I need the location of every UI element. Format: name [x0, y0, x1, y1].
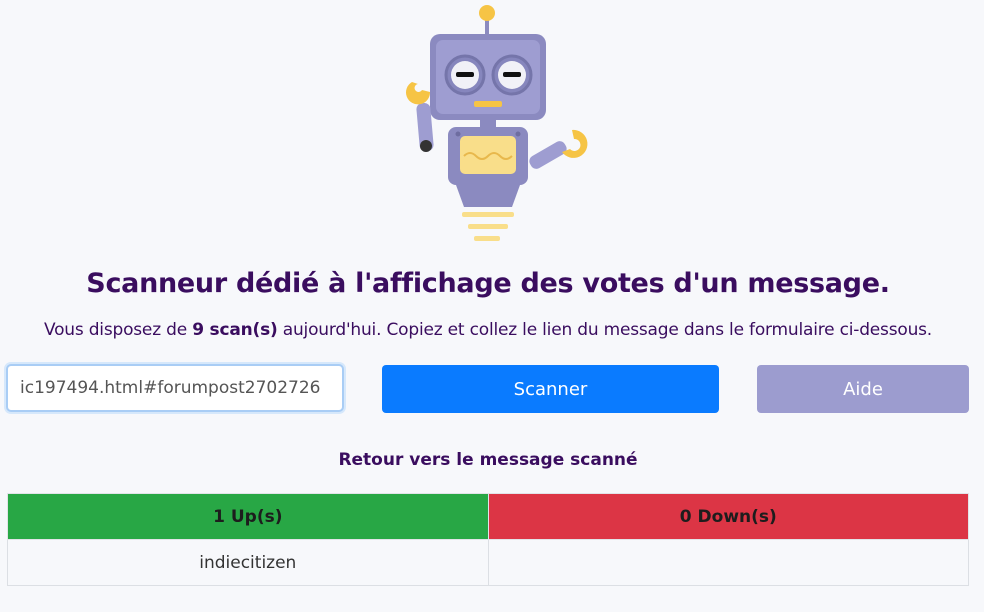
scan-info-text: Vous disposez de 9 scan(s) aujourd'hui. …: [0, 320, 976, 340]
up-votes-header: 1 Up(s): [7, 493, 489, 540]
up-voter-cell: indiecitizen: [7, 539, 489, 586]
message-url-value: ic197494.html#forumpost2702726: [20, 378, 321, 398]
robot-illustration: [406, 5, 588, 241]
page: Scanneur dédié à l'affichage des votes d…: [0, 0, 984, 612]
back-to-message-link[interactable]: Retour vers le message scanné: [0, 450, 976, 470]
table-row: indiecitizen: [7, 539, 970, 586]
down-votes-header: 0 Down(s): [487, 493, 970, 540]
scan-button[interactable]: Scanner: [382, 365, 719, 413]
subtitle-suffix: aujourd'hui. Copiez et collez le lien du…: [277, 320, 933, 340]
scan-count: 9 scan(s): [192, 320, 278, 340]
votes-table: 1 Up(s) 0 Down(s) indiecitizen: [7, 493, 970, 586]
down-voter-cell: [487, 539, 970, 586]
page-title: Scanneur dédié à l'affichage des votes d…: [86, 268, 890, 299]
help-button[interactable]: Aide: [757, 365, 969, 413]
message-url-input[interactable]: ic197494.html#forumpost2702726: [6, 364, 344, 412]
subtitle-prefix: Vous disposez de: [43, 320, 193, 340]
